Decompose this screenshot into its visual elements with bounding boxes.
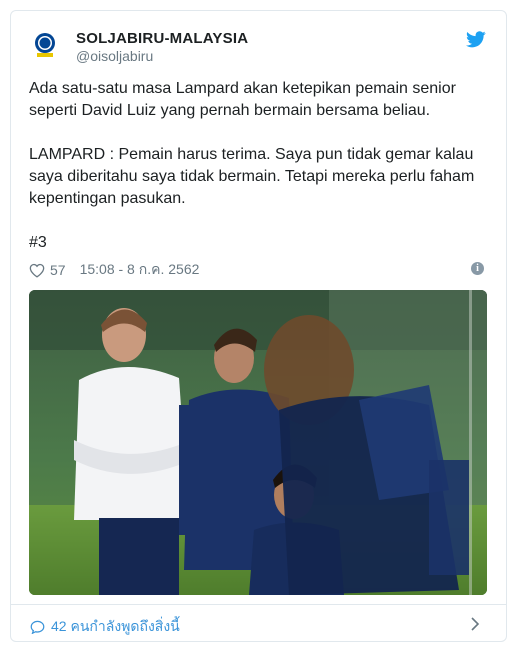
tweet-timestamp[interactable]: 15:08 - 8 ก.ค. 2562 [80,259,200,281]
twitter-bird-icon[interactable] [466,31,486,48]
chevron-right-icon[interactable] [470,617,480,631]
tweet-text: Ada satu-satu masa Lampard akan ketepika… [29,78,491,254]
tweet-photo[interactable] [29,290,487,595]
training-photo-image [29,290,487,595]
chelsea-crest-icon [35,33,55,57]
reply-bubble-icon [30,620,45,634]
account-handle[interactable]: @oisoljabiru [76,48,153,64]
like-count[interactable]: 57 [50,262,66,278]
account-name[interactable]: SOLJABIRU-MALAYSIA [76,30,248,47]
reply-link[interactable]: 42 คนกำลังพูดถึงสิ่งนี้ [30,616,180,638]
heart-icon[interactable] [29,263,45,278]
tweet-meta: 57 15:08 - 8 ก.ค. 2562 [29,259,199,281]
tweet-footer: 42 คนกำลังพูดถึงสิ่งนี้ [10,604,507,643]
tweet-paragraph-2: LAMPARD : Pemain harus terima. Saya pun … [29,146,479,207]
info-icon[interactable]: i [471,262,484,275]
tweet-paragraph-1: Ada satu-satu masa Lampard akan ketepika… [29,80,461,119]
avatar[interactable] [27,27,63,63]
tweet-hashtag[interactable]: #3 [29,232,491,254]
reply-count-text[interactable]: 42 คนกำลังพูดถึงสิ่งนี้ [51,616,180,638]
